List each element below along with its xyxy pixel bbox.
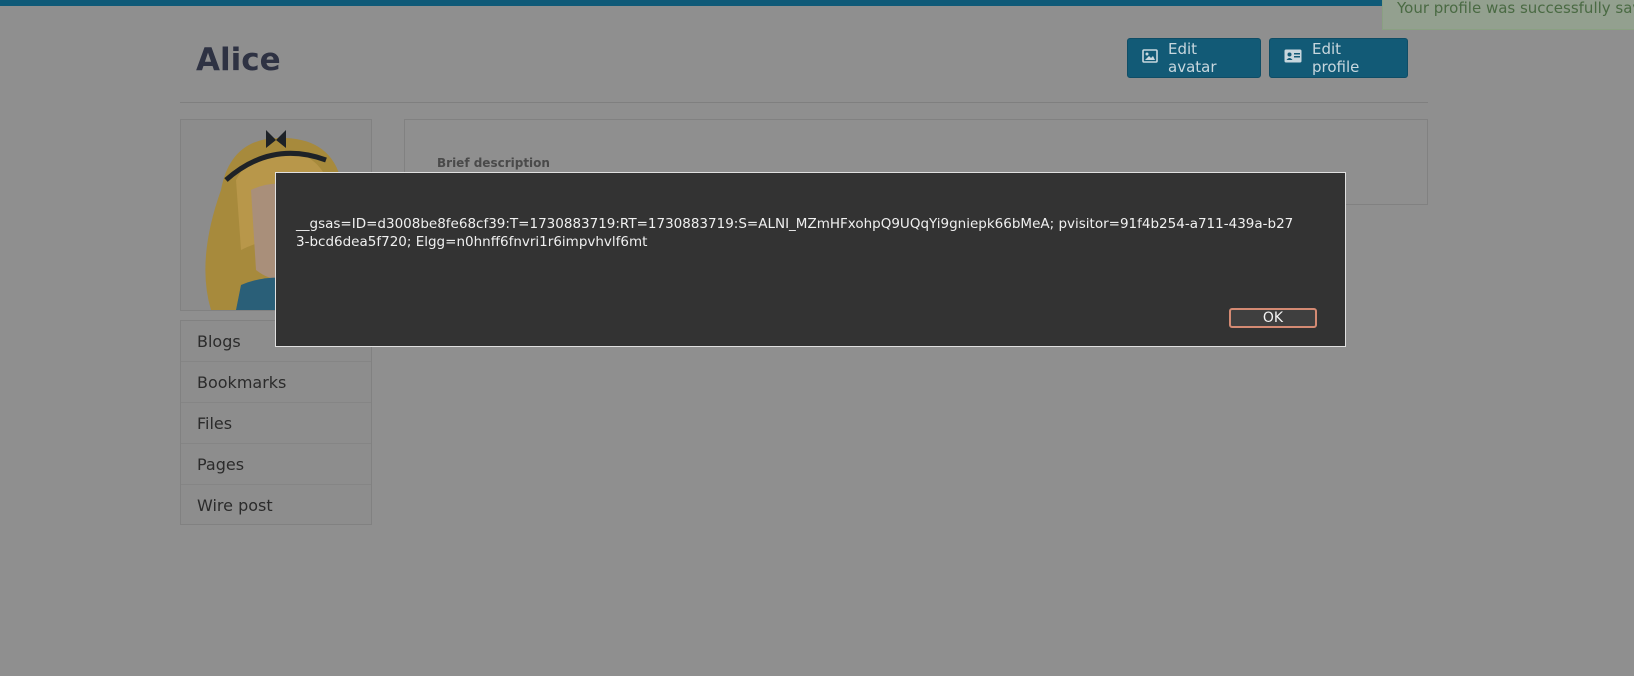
success-toast: Your profile was successfully saved. (1382, 0, 1634, 30)
brief-description-label: Brief description (437, 156, 550, 170)
edit-profile-button[interactable]: Edit profile (1269, 38, 1408, 78)
image-icon (1142, 49, 1158, 67)
edit-avatar-label: Edit avatar (1168, 40, 1217, 76)
header-divider (180, 102, 1428, 103)
sidebar-item-wire-post[interactable]: Wire post (181, 485, 371, 526)
toast-message: Your profile was successfully saved. (1397, 0, 1634, 17)
sidebar-item-label: Bookmarks (197, 372, 287, 392)
edit-profile-label: Edit profile (1312, 40, 1360, 76)
sidebar-item-pages[interactable]: Pages (181, 444, 371, 485)
alert-message: __gsas=ID=d3008be8fe68cf39:T=1730883719:… (296, 216, 1294, 250)
sidebar-menu: Blogs Bookmarks Files Pages Wire post (180, 320, 372, 525)
alert-dialog: __gsas=ID=d3008be8fe68cf39:T=1730883719:… (275, 172, 1346, 347)
sidebar-item-files[interactable]: Files (181, 403, 371, 444)
sidebar-item-bookmarks[interactable]: Bookmarks (181, 362, 371, 403)
edit-avatar-button[interactable]: Edit avatar (1127, 38, 1261, 78)
ok-button[interactable]: OK (1229, 308, 1317, 328)
id-card-icon (1284, 49, 1302, 67)
page-title: Alice (196, 42, 281, 78)
sidebar-item-label: Wire post (197, 496, 273, 515)
sidebar-item-label: Files (197, 413, 233, 433)
sidebar-item-label: Pages (197, 454, 245, 474)
sidebar-item-label: Blogs (197, 331, 241, 351)
